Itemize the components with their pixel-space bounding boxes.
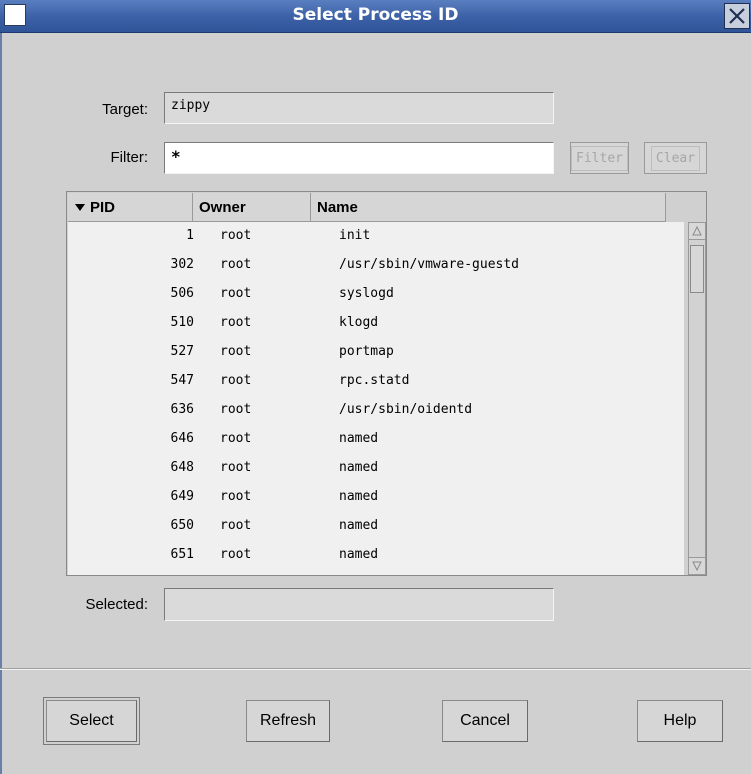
clear-button[interactable]: Clear: [644, 142, 707, 174]
cell-owner: root: [220, 402, 252, 417]
cell-owner: root: [220, 315, 252, 330]
column-header-name[interactable]: Name: [311, 193, 666, 221]
column-header-name-label: Name: [317, 198, 358, 216]
table-row[interactable]: 650 root named: [68, 512, 684, 541]
table-row[interactable]: 636 root/usr/sbin/oidentd: [68, 396, 684, 425]
cell-name: syslogd: [339, 286, 394, 301]
cell-owner: root: [220, 460, 252, 475]
cell-pid: 646: [170, 431, 194, 446]
sort-down-arrow-icon: [75, 204, 85, 211]
scroll-down-arrow-icon: [692, 561, 702, 571]
cell-pid: 527: [170, 344, 194, 359]
cell-owner: root: [220, 489, 252, 504]
selected-field: [164, 588, 554, 621]
refresh-button[interactable]: Refresh: [246, 700, 330, 742]
title-bar[interactable]: Select Process ID: [0, 0, 751, 33]
clear-button-label: Clear: [650, 145, 701, 171]
cell-name: portmap: [339, 344, 394, 359]
cell-name: rpc.statd: [339, 373, 410, 388]
cell-pid: 1: [186, 228, 194, 243]
selected-label: Selected:: [85, 596, 148, 613]
help-button[interactable]: Help: [637, 700, 723, 742]
cell-owner: root: [220, 547, 252, 562]
target-label: Target:: [102, 101, 148, 118]
table-row[interactable]: 527 root portmap: [68, 338, 684, 367]
close-button[interactable]: [724, 3, 750, 29]
table-header: PID Owner Name: [68, 193, 666, 222]
cell-name: named: [339, 431, 379, 446]
column-header-pid[interactable]: PID: [68, 193, 193, 221]
scroll-up-arrow-icon: [692, 226, 702, 236]
select-process-dialog: Select Process ID Target: zippy Filter: …: [0, 0, 751, 774]
scroll-thumb[interactable]: [690, 245, 704, 293]
column-header-pid-label: PID: [90, 198, 116, 216]
table-row[interactable]: 1 root init: [68, 222, 684, 251]
column-header-owner[interactable]: Owner: [193, 193, 311, 221]
cell-name: /usr/sbin/vmware-guestd: [339, 257, 520, 272]
cell-name: klogd: [339, 315, 379, 330]
cell-owner: root: [220, 228, 252, 243]
filter-button[interactable]: Filter: [570, 142, 629, 174]
table-row[interactable]: 646 root named: [68, 425, 684, 454]
cell-name: named: [339, 460, 379, 475]
filter-label: Filter:: [110, 149, 149, 166]
cell-pid: 302: [170, 257, 194, 272]
cell-owner: root: [220, 257, 252, 272]
cell-owner: root: [220, 373, 252, 388]
cell-owner: root: [220, 518, 252, 533]
filter-button-label: Filter: [571, 145, 628, 171]
table-row[interactable]: 651 root named: [68, 541, 684, 570]
table-row[interactable]: 506 root syslogd: [68, 280, 684, 309]
cell-name: named: [339, 518, 379, 533]
cell-owner: root: [220, 431, 252, 446]
cell-owner: root: [220, 286, 252, 301]
cell-name: /usr/sbin/oidentd: [339, 402, 473, 417]
cell-pid: 650: [170, 518, 194, 533]
divider: [0, 668, 751, 670]
cell-name: named: [339, 547, 379, 562]
cell-pid: 649: [170, 489, 194, 504]
cell-pid: 547: [170, 373, 194, 388]
table-row[interactable]: 302 root/usr/sbin/vmware-guestd: [68, 251, 684, 280]
close-icon: [729, 8, 745, 24]
cell-pid: 648: [170, 460, 194, 475]
window-border: [0, 33, 2, 774]
scroll-track[interactable]: [688, 240, 706, 557]
window-title: Select Process ID: [292, 5, 459, 25]
vertical-scrollbar[interactable]: [688, 222, 706, 575]
table-row[interactable]: 510 root klogd: [68, 309, 684, 338]
table-row[interactable]: 649 root named: [68, 483, 684, 512]
column-header-owner-label: Owner: [199, 198, 246, 216]
target-field: zippy: [164, 92, 554, 124]
table-row[interactable]: 648 root named: [68, 454, 684, 483]
cell-pid: 636: [170, 402, 194, 417]
cancel-button[interactable]: Cancel: [442, 700, 528, 742]
filter-input[interactable]: *: [164, 142, 554, 174]
select-button[interactable]: Select: [43, 697, 140, 745]
cell-name: named: [339, 489, 379, 504]
cell-pid: 506: [170, 286, 194, 301]
scroll-down-button[interactable]: [688, 557, 706, 575]
scroll-up-button[interactable]: [688, 222, 706, 240]
cell-pid: 510: [170, 315, 194, 330]
cell-pid: 651: [170, 547, 194, 562]
cell-owner: root: [220, 344, 252, 359]
process-table: PID Owner Name 1 root init 302 root/usr/sbin…: [66, 191, 707, 576]
table-row[interactable]: 547 root rpc.statd: [68, 367, 684, 396]
cell-name: init: [339, 228, 371, 243]
table-body: 1 root init 302 root/usr/sbin/vmware-guestd 5…: [68, 222, 684, 575]
